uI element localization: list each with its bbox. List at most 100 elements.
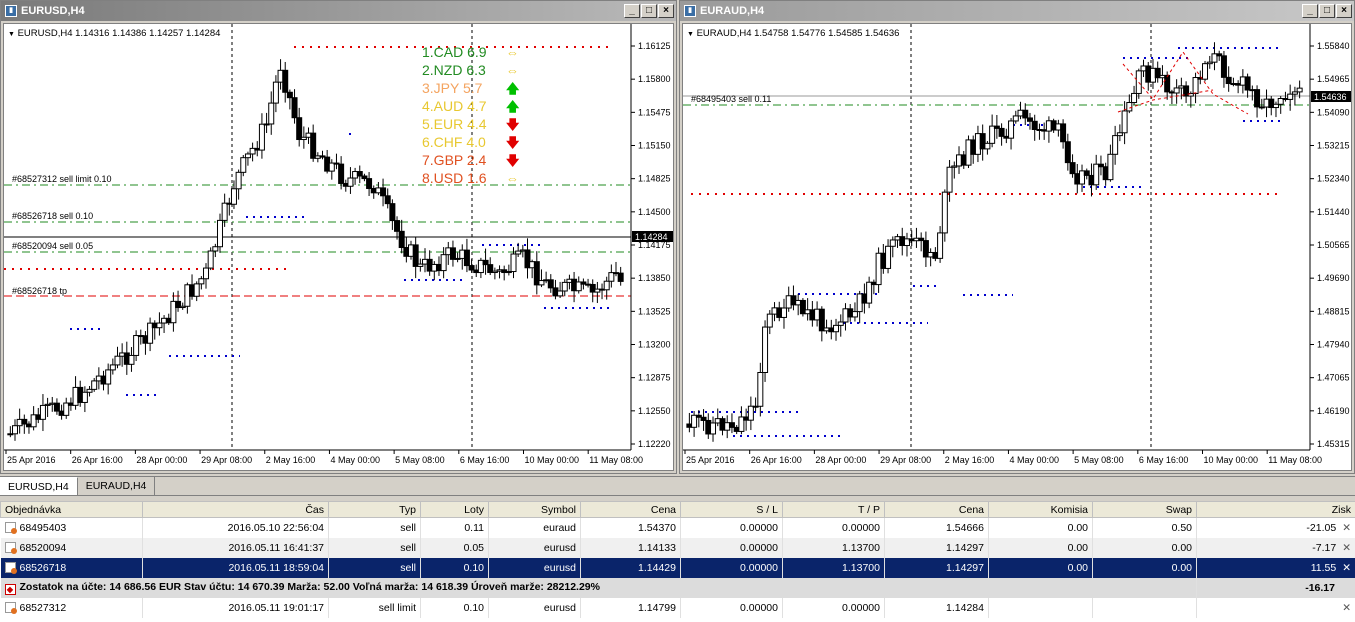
close-order-icon[interactable]: ✕: [1342, 562, 1351, 574]
price-tick-label: 1.15800: [638, 74, 671, 84]
eurusd-candle: [310, 132, 317, 159]
currency-strength-label: 1.CAD 6.9: [422, 44, 487, 60]
close-button[interactable]: ×: [1336, 4, 1352, 18]
close-order-icon[interactable]: ✕: [1342, 542, 1351, 554]
price-tick-label: 1.54090: [1317, 107, 1350, 117]
euraud-chart-window[interactable]: ▮ EURAUD,H4 _ □ × #68495403 sell 0.11 1.5…: [679, 0, 1355, 474]
chart-tabs: EURUSD,H4 EURAUD,H4: [0, 476, 1355, 496]
chart-icon: ▮: [684, 5, 696, 17]
col-price[interactable]: Cena: [580, 501, 681, 518]
col-sl[interactable]: S / L: [680, 501, 783, 518]
eurusd-candle: [561, 281, 568, 292]
strength-arrow-icon: ⇔: [506, 171, 519, 186]
euraud-candle: [889, 239, 896, 247]
price-tick-label: 1.53215: [1317, 141, 1350, 151]
eurusd-candle: [389, 203, 396, 222]
euraud-candle: [837, 321, 844, 326]
table-row[interactable]: 68520094 2016.05.11 16:41:37 sell 0.05 euru…: [0, 537, 1355, 558]
strength-arrow-icon: 🡇: [506, 135, 520, 150]
currency-strength-label: 8.USD 1.6: [422, 170, 487, 186]
euraud-candle: [757, 371, 764, 407]
account-summary-row: ◆ Zostatok na účte: 14 686.56 EUR Stav úč…: [0, 577, 1355, 598]
eurusd-chart[interactable]: #68527312 sell limit 0.10 #68526718 sell …: [3, 23, 674, 471]
euraud-candle: [1225, 76, 1232, 85]
eurusd-candles: #68527312 sell limit 0.10 #68526718 sell …: [4, 24, 673, 465]
euraud-candle: [1069, 162, 1076, 175]
strength-arrow-icon: 🡅: [506, 81, 520, 96]
eurusd-chart-window[interactable]: ▮ EURUSD,H4 _ □ × #68527312 sell limit 0…: [0, 0, 677, 474]
euraud-candle: [833, 324, 840, 333]
time-tick-label: 28 Apr 00:00: [815, 455, 866, 465]
col-profit[interactable]: Zisk: [1196, 501, 1355, 518]
price-tick-label: 1.12220: [638, 439, 671, 449]
euraud-candle: [766, 313, 773, 328]
euraud-candle: [866, 281, 873, 304]
time-tick-label: 11 May 08:00: [1268, 455, 1322, 465]
eurusd-candle: [557, 290, 564, 297]
eurusd-candle: [449, 247, 456, 260]
minimize-button[interactable]: _: [624, 4, 640, 18]
order-label: #68526718 tp: [12, 286, 67, 296]
col-lots[interactable]: Loty: [420, 501, 489, 518]
euraud-titlebar[interactable]: ▮ EURAUD,H4 _ □ ×: [680, 1, 1354, 21]
time-tick-label: 2 May 16:00: [945, 455, 995, 465]
eurusd-candle: [39, 404, 46, 420]
terminal-panel: Objednávka Čas Typ Loty Symbol Cena S / …: [0, 501, 1355, 622]
close-order-icon[interactable]: ✕: [1342, 522, 1351, 534]
price-tick-label: 1.50565: [1317, 240, 1350, 250]
close-button[interactable]: ×: [658, 4, 674, 18]
eurusd-candle: [207, 250, 214, 269]
table-row[interactable]: 68495403 2016.05.10 22:56:04 sell 0.11 eura…: [0, 517, 1355, 538]
euraud-candle: [1083, 170, 1090, 176]
euraud-candle: [1220, 55, 1227, 78]
eurusd-candle: [296, 117, 303, 141]
eurusd-candle: [230, 188, 237, 205]
maximize-button[interactable]: □: [641, 4, 657, 18]
euraud-candle: [1254, 89, 1261, 108]
euraud-chart[interactable]: #68495403 sell 0.11 1.54636 1.55840 1.54965…: [682, 23, 1352, 471]
eurusd-candle: [133, 335, 140, 356]
time-tick-label: 29 Apr 08:00: [880, 455, 931, 465]
price-tick-label: 1.46190: [1317, 406, 1350, 416]
tab-euraud[interactable]: EURAUD,H4: [78, 477, 156, 495]
eurusd-titlebar[interactable]: ▮ EURUSD,H4 _ □ ×: [1, 1, 676, 21]
euraud-candle: [1060, 123, 1067, 143]
minimize-button[interactable]: _: [1302, 4, 1318, 18]
euraud-candle: [1026, 117, 1033, 122]
eurusd-candle: [221, 202, 228, 221]
price-tick-label: 1.12875: [638, 373, 671, 383]
table-row[interactable]: 68527312 2016.05.11 19:01:17 sell limit 0.…: [0, 597, 1355, 618]
price-tick-label: 1.12550: [638, 406, 671, 416]
table-row[interactable]: 68526718 2016.05.11 18:59:04 sell 0.10 euru…: [0, 557, 1355, 578]
currency-strength-label: 4.AUD 4.7: [422, 98, 487, 114]
col-order[interactable]: Objednávka: [0, 501, 143, 518]
eurusd-candle: [398, 230, 405, 249]
col-current-price[interactable]: Cena: [884, 501, 989, 518]
time-tick-label: 26 Apr 16:00: [751, 455, 802, 465]
euraud-candle: [747, 405, 754, 421]
chart-info: ▼ EURAUD,H4 1.54758 1.54776 1.54585 1.54…: [687, 28, 900, 39]
euraud-candle: [1064, 141, 1071, 164]
col-swap[interactable]: Swap: [1092, 501, 1197, 518]
price-tick-label: 1.13525: [638, 306, 671, 316]
euraud-candle: [1012, 115, 1019, 122]
col-commission[interactable]: Komisia: [988, 501, 1093, 518]
delete-order-icon[interactable]: ✕: [1342, 602, 1351, 614]
col-time[interactable]: Čas: [142, 501, 329, 518]
col-tp[interactable]: T / P: [782, 501, 885, 518]
strength-arrow-icon: ⇔: [506, 45, 519, 60]
euraud-candle: [780, 307, 787, 318]
chart-icon: ▮: [5, 5, 17, 17]
window-title: EURAUD,H4: [700, 5, 765, 17]
order-icon: [4, 521, 17, 534]
col-symbol[interactable]: Symbol: [488, 501, 581, 518]
tab-eurusd[interactable]: EURUSD,H4: [0, 477, 78, 495]
eurusd-candle: [347, 177, 354, 187]
maximize-button[interactable]: □: [1319, 4, 1335, 18]
euraud-candle: [1093, 163, 1100, 186]
eurusd-candle: [463, 249, 470, 267]
order-icon: [4, 541, 17, 554]
col-type[interactable]: Typ: [328, 501, 421, 518]
price-tick-label: 1.14175: [638, 240, 671, 250]
eurusd-candle: [235, 171, 242, 190]
